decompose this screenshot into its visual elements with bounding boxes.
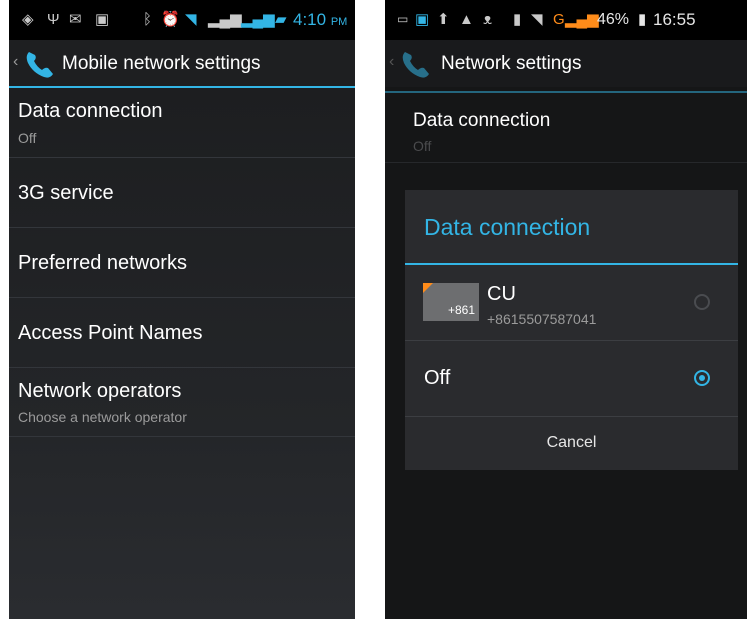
email-icon: ✉ [69, 11, 82, 28]
bluetooth-icon: ᛒ [143, 11, 153, 28]
action-bar: ‹ Network settings [385, 40, 747, 87]
setting-title: Data connection [18, 100, 163, 122]
warning-icon: ▲ [459, 11, 474, 28]
app-icon: ▣ [415, 11, 430, 28]
network-type: G [553, 11, 565, 28]
setting-title: 3G service [18, 182, 114, 204]
setting-title: Preferred networks [18, 252, 187, 274]
option-number: +8615507587041 [487, 311, 597, 327]
phone-settings-icon[interactable] [399, 47, 433, 81]
page-title: Network settings [441, 53, 582, 74]
setting-subtitle: Off [413, 138, 432, 154]
setting-data-connection[interactable]: Data connection Off [9, 88, 355, 158]
location-icon: ◈ [22, 11, 34, 28]
signal-icon: ▂▄▆ [208, 11, 242, 28]
radio-off[interactable] [694, 370, 710, 386]
setting-subtitle: Choose a network operator [18, 409, 187, 425]
setting-data-connection[interactable]: Data connection Off [385, 93, 747, 163]
status-bar: ▭ ▣ ⬆ ▲ ᴥ ▮ ◥ G ▂▄▆ 46% ▮ 16:55 [385, 0, 747, 40]
usb-icon: Ψ [47, 11, 60, 28]
battery-icon: ▮ [638, 11, 647, 28]
status-bar: ◈ Ψ ✉ ▣ ᛒ ⏰ ◥ ▂▄▆ ▂▄▆ ▰ 4:10 PM [9, 0, 355, 40]
wifi-icon: ◥ [531, 11, 543, 28]
setting-network-operators[interactable]: Network operators Choose a network opera… [9, 368, 355, 437]
signal-2-icon: ▂▄▆ [241, 11, 275, 28]
setting-access-point-names[interactable]: Access Point Names [9, 298, 355, 368]
option-name: CU [487, 283, 516, 305]
signal-icon: ▂▄▆ [565, 11, 599, 28]
dialog-title: Data connection [424, 214, 591, 240]
phone-settings-icon[interactable] [23, 47, 57, 81]
sim-label: +861 [447, 303, 475, 317]
left-screen: ◈ Ψ ✉ ▣ ᛒ ⏰ ◥ ▂▄▆ ▂▄▆ ▰ 4:10 PM ‹ Mobile… [9, 0, 355, 619]
action-bar: ‹ Mobile network settings [9, 40, 355, 87]
back-chevron-icon[interactable]: ‹ [13, 53, 18, 71]
wifi-icon: ◥ [185, 11, 197, 28]
battery-percent: 46% [597, 11, 630, 28]
setting-subtitle: Off [18, 130, 37, 146]
setting-preferred-networks[interactable]: Preferred networks [9, 228, 355, 298]
setting-3g-service[interactable]: 3G service [9, 158, 355, 228]
page-title: Mobile network settings [62, 53, 261, 74]
back-chevron-icon[interactable]: ‹ [389, 53, 394, 71]
cancel-button[interactable]: Cancel [405, 416, 738, 470]
option-name: Off [424, 367, 451, 389]
sim-icon: ▮ [513, 11, 522, 28]
status-time: 4:10 PM [293, 10, 348, 29]
battery-icon: ▰ [275, 11, 287, 28]
status-time: 16:55 [653, 10, 696, 29]
right-screen: ▭ ▣ ⬆ ▲ ᴥ ▮ ◥ G ▂▄▆ 46% ▮ 16:55 ‹ Networ… [385, 0, 747, 619]
android-icon: ᴥ [483, 11, 493, 28]
radio-cu[interactable] [694, 294, 710, 310]
voicemail-icon: ▭ [397, 12, 409, 26]
option-cu[interactable]: +861 CU +8615507587041 [405, 265, 738, 341]
alarm-icon: ⏰ [161, 11, 180, 28]
option-off[interactable]: Off [405, 341, 738, 417]
setting-title: Data connection [413, 110, 551, 131]
notification-icon: ▣ [95, 11, 110, 28]
sim-card-icon: +861 [423, 283, 479, 321]
setting-title: Network operators [18, 380, 182, 402]
setting-title: Access Point Names [18, 322, 203, 344]
data-connection-dialog: Data connection +861 CU +8615507587041 O… [405, 190, 738, 470]
upload-icon: ⬆ [437, 11, 450, 28]
